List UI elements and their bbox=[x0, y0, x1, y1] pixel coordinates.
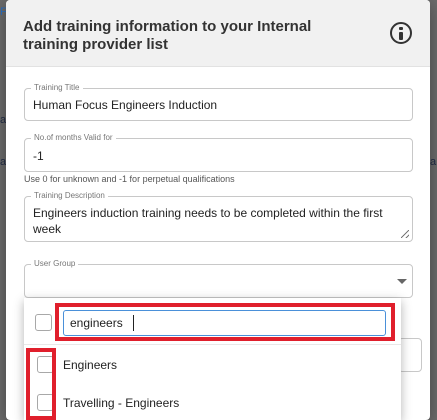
info-icon[interactable] bbox=[390, 22, 412, 44]
select-all-checkbox[interactable] bbox=[35, 314, 52, 331]
dialog-title: Add training information to your Interna… bbox=[23, 18, 312, 53]
training-title-field[interactable]: Training Title Human Focus Engineers Ind… bbox=[24, 82, 413, 121]
user-group-label: User Group bbox=[31, 258, 79, 270]
option-checkbox-engineers[interactable] bbox=[37, 356, 54, 373]
months-valid-value[interactable]: -1 bbox=[33, 148, 44, 164]
training-description-label: Training Description bbox=[31, 190, 108, 202]
option-label-travelling-engineers[interactable]: Travelling - Engineers bbox=[63, 395, 179, 411]
training-title-label: Training Title bbox=[31, 82, 83, 94]
dialog-header: Add training information to your Interna… bbox=[6, 0, 430, 67]
months-valid-label: No.of months Valid for bbox=[31, 132, 116, 144]
training-description-field[interactable]: Training Description Engineers induction… bbox=[24, 190, 413, 242]
dropdown-search-input[interactable] bbox=[70, 315, 370, 331]
months-valid-hint: Use 0 for unknown and -1 for perpetual q… bbox=[24, 174, 235, 184]
add-training-dialog: Add training information to your Interna… bbox=[6, 0, 430, 420]
option-checkbox-travelling-engineers[interactable] bbox=[37, 394, 54, 411]
user-group-select[interactable]: User Group bbox=[24, 258, 413, 298]
months-valid-field[interactable]: No.of months Valid for -1 bbox=[24, 132, 413, 172]
background-text-fragment: a bbox=[430, 156, 437, 168]
option-label-engineers[interactable]: Engineers bbox=[63, 357, 117, 373]
training-description-value[interactable]: Engineers induction training needs to be… bbox=[33, 205, 405, 237]
divider bbox=[24, 344, 401, 345]
training-title-value[interactable]: Human Focus Engineers Induction bbox=[33, 97, 217, 113]
obscured-button bbox=[398, 338, 422, 372]
user-group-dropdown: Engineers Travelling - Engineers bbox=[24, 298, 401, 420]
resize-grip-icon[interactable] bbox=[401, 230, 409, 238]
dropdown-search-box[interactable] bbox=[63, 310, 386, 336]
chevron-down-icon[interactable] bbox=[397, 279, 407, 284]
text-cursor bbox=[133, 315, 134, 331]
